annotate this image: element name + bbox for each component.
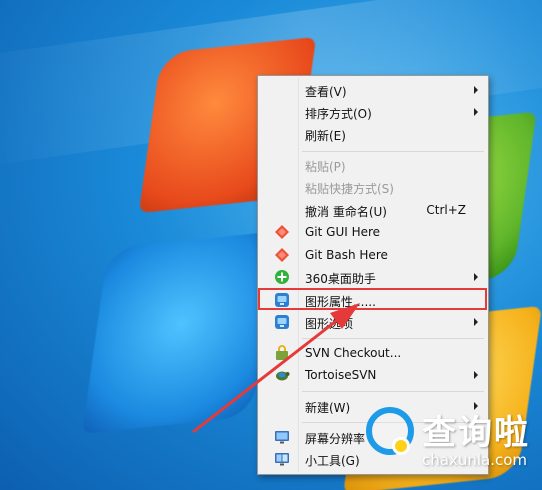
menu-item-label: 360桌面助手 — [305, 272, 376, 286]
menu-item-tortoisesvn[interactable]: TortoiseSVN — [260, 364, 486, 386]
menu-item-label: 粘贴(P) — [305, 160, 346, 174]
menu-item-label: 排序方式(O) — [305, 107, 372, 121]
menu-item-label: 图形选项 — [305, 317, 354, 331]
menu-item-git-gui[interactable]: Git GUI Here — [260, 221, 486, 243]
menu-item-label: 刷新(E) — [305, 129, 346, 143]
menu-item-label: 屏幕分辨率 — [305, 432, 366, 446]
submenu-arrow-icon — [474, 318, 478, 326]
watermark-url: chaxunla.com — [422, 451, 527, 469]
submenu-arrow-icon — [474, 371, 478, 379]
submenu-arrow-icon — [474, 86, 478, 94]
menu-separator — [302, 391, 484, 392]
search-logo-dot-icon — [392, 437, 410, 455]
menu-item-undo-rename[interactable]: 撤消 重命名(U) Ctrl+Z — [260, 199, 486, 221]
windows-logo-blue-pane — [81, 231, 279, 434]
menu-item-360-desktop-helper[interactable]: 360桌面助手 — [260, 266, 486, 288]
svn-checkout-icon — [276, 345, 288, 360]
submenu-arrow-icon — [474, 273, 478, 281]
git-icon — [275, 248, 289, 262]
menu-item-refresh[interactable]: 刷新(E) — [260, 123, 486, 145]
menu-separator — [302, 338, 484, 339]
menu-item-view[interactable]: 查看(V) — [260, 79, 486, 101]
watermark-title: 查询啦 — [422, 413, 530, 453]
menu-item-label: 新建(W) — [305, 401, 351, 415]
menu-item-label: Git GUI Here — [305, 225, 381, 239]
git-icon — [275, 225, 289, 239]
menu-separator — [302, 151, 484, 152]
gadgets-icon — [275, 453, 289, 466]
menu-item-shortcut: Ctrl+Z — [426, 203, 466, 217]
menu-item-label: 小工具(G) — [305, 454, 360, 468]
360-desktop-helper-icon — [275, 270, 289, 284]
submenu-arrow-icon — [474, 108, 478, 116]
highlight-box — [258, 288, 487, 310]
screen-resolution-icon — [275, 431, 289, 444]
graphics-options-icon — [275, 315, 289, 329]
menu-item-label: TortoiseSVN — [305, 368, 377, 382]
menu-item-label: 查看(V) — [305, 85, 347, 99]
menu-item-label: 撤消 重命名(U) — [305, 205, 387, 219]
menu-item-paste-shortcut[interactable]: 粘贴快捷方式(S) — [260, 176, 486, 198]
menu-item-git-bash[interactable]: Git Bash Here — [260, 244, 486, 266]
menu-item-label: SVN Checkout... — [305, 346, 402, 360]
tortoisesvn-icon — [276, 371, 290, 381]
watermark: 查询啦 chaxunla.com — [360, 395, 542, 490]
menu-item-graphics-options[interactable]: 图形选项 — [260, 311, 486, 333]
menu-item-svn-checkout[interactable]: SVN Checkout... — [260, 342, 486, 364]
menu-item-paste[interactable]: 粘贴(P) — [260, 154, 486, 176]
menu-item-label: Git Bash Here — [305, 248, 388, 262]
menu-item-sort-by[interactable]: 排序方式(O) — [260, 101, 486, 123]
menu-item-label: 粘贴快捷方式(S) — [305, 182, 394, 196]
